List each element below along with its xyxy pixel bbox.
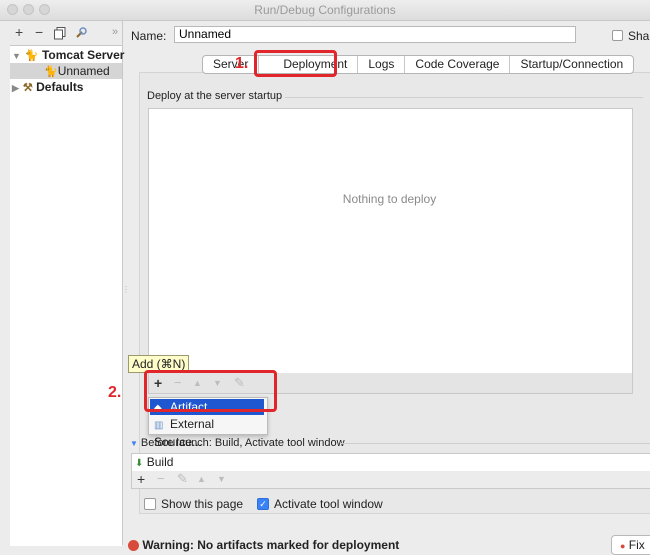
window-title: Run/Debug Configurations (254, 3, 396, 17)
remove-configuration-icon[interactable]: − (35, 24, 43, 40)
fix-button[interactable]: ● Fix (611, 535, 650, 555)
splitter-handle[interactable]: ⋮ (122, 285, 130, 294)
add-icon[interactable]: + (137, 469, 145, 489)
section-divider (340, 443, 650, 444)
annotation-box-add-artifact (144, 370, 277, 412)
share-checkbox[interactable] (612, 30, 623, 41)
collapse-triangle-icon[interactable]: ▼ (12, 51, 21, 61)
warning-icon (128, 540, 139, 552)
before-launch-header[interactable]: ▼ Before launch: Build, Activate tool win… (130, 437, 345, 449)
menu-item-external-source[interactable]: ▥ External Source... (150, 416, 264, 449)
configuration-tree: ▼ 🐈 Tomcat Server 🐈Unnamed ▶ ⚒ Defaults (10, 45, 124, 546)
show-page-checkbox[interactable] (144, 498, 156, 510)
edit-icon[interactable]: ✎ (177, 469, 188, 489)
build-icon: ⬇ (135, 458, 144, 469)
external-source-icon: ▥ (154, 420, 164, 431)
zoom-window-button[interactable] (39, 4, 50, 15)
tab-logs[interactable]: Logs (358, 56, 406, 73)
move-down-icon[interactable]: ▼ (217, 469, 226, 489)
tab-code-coverage[interactable]: Code Coverage (405, 56, 511, 73)
add-configuration-icon[interactable]: + (15, 24, 23, 40)
remove-icon[interactable]: − (157, 469, 165, 489)
tomcat-icon: 🐈 (24, 50, 39, 62)
move-up-icon[interactable]: ▲ (197, 469, 206, 489)
close-window-button[interactable] (7, 4, 18, 15)
wrench-icon: ⚒ (22, 82, 33, 94)
before-launch-toolbar: + − ✎ ▲ ▼ (131, 471, 650, 489)
annotation-step-2: 2. (108, 384, 122, 401)
wrench-icon[interactable] (75, 27, 87, 42)
activate-tool-window-label: Activate tool window (274, 497, 383, 511)
expand-triangle-icon[interactable]: ▶ (12, 83, 19, 93)
collapse-triangle-icon[interactable]: ▼ (130, 439, 138, 448)
tree-item-defaults[interactable]: ▶ ⚒ Defaults (12, 79, 83, 95)
annotation-box-deployment (254, 50, 337, 77)
tree-item-unnamed[interactable]: 🐈Unnamed (10, 63, 122, 79)
more-icon[interactable]: » (112, 26, 118, 38)
tab-server[interactable]: Server (203, 56, 260, 73)
deployment-list[interactable] (148, 108, 633, 374)
minimize-window-button[interactable] (23, 4, 34, 15)
copy-icon[interactable] (54, 27, 66, 43)
activate-tool-window-checkbox[interactable]: ✓ (257, 498, 269, 510)
tree-item-tomcat-server[interactable]: ▼ 🐈 Tomcat Server (12, 47, 124, 63)
before-launch-list[interactable]: ⬇ Build (131, 453, 650, 472)
warning-icon: ● (620, 541, 626, 551)
annotation-step-1: 1. (235, 55, 249, 72)
title-bar: Run/Debug Configurations (0, 0, 650, 21)
warning-text: Warning: No artifacts marked for deploym… (142, 538, 400, 552)
deploy-section-title: Deploy at the server startup (147, 90, 283, 102)
name-label: Name: (131, 29, 167, 43)
empty-deploy-text: Nothing to deploy (342, 192, 437, 206)
section-divider (285, 97, 643, 98)
tomcat-icon: 🐈 (44, 66, 58, 78)
name-field[interactable] (174, 26, 576, 43)
share-label: Share (628, 29, 650, 43)
warning-row: Warning: No artifacts marked for deploym… (128, 538, 399, 552)
show-page-label: Show this page (161, 497, 244, 511)
tab-startup-connection[interactable]: Startup/Connection (510, 56, 633, 73)
